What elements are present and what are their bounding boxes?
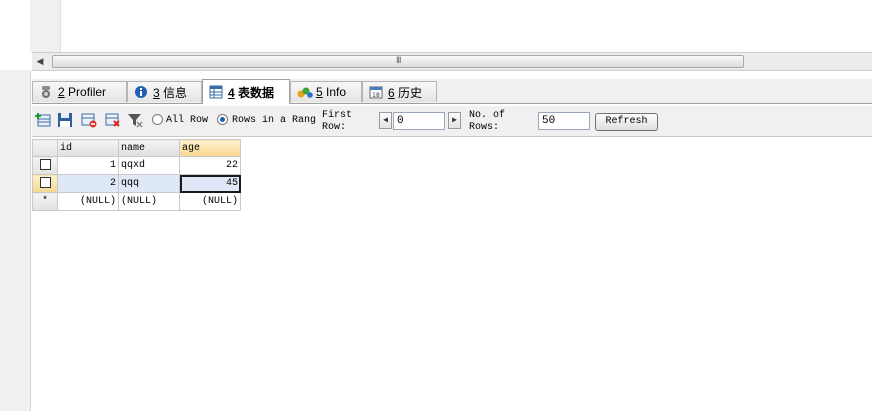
horizontal-scrollbar[interactable]: ◀ III <box>32 52 872 71</box>
scrollbar-grip: III <box>396 55 401 65</box>
table-data-icon <box>209 85 223 99</box>
new-row: * (NULL) (NULL) (NULL) <box>32 192 241 211</box>
results-grid: id name age 1 qqxd 22 2 qqq 45 * (NULL) … <box>32 139 241 211</box>
corner-header[interactable] <box>32 139 58 157</box>
tab-number: 2 <box>58 85 65 99</box>
rows-in-range-label: Rows in a Rang <box>232 115 317 126</box>
tab-number: 5 <box>316 85 323 99</box>
cell-age-null[interactable]: (NULL) <box>179 192 241 211</box>
grid-header-row: id name age <box>32 139 241 157</box>
row-header[interactable] <box>32 174 58 193</box>
tab-info[interactable]: 5 Info <box>290 81 362 102</box>
all-rows-radio[interactable] <box>152 114 163 125</box>
column-header-age[interactable]: age <box>179 139 241 157</box>
scrollbar-thumb[interactable]: III <box>52 55 744 68</box>
rows-in-range-radio[interactable] <box>217 114 228 125</box>
row-header[interactable] <box>32 156 58 175</box>
editor-gutter <box>30 0 61 52</box>
tab-label: Info <box>326 85 347 99</box>
cell-id[interactable]: 1 <box>57 156 119 175</box>
refresh-button[interactable]: Refresh <box>595 113 658 131</box>
first-row-next-button[interactable]: ▶ <box>448 112 461 129</box>
cell-id-null[interactable]: (NULL) <box>57 192 119 211</box>
tab-messages[interactable]: 3 信息 <box>127 81 202 102</box>
table-row: 1 qqxd 22 <box>32 156 241 175</box>
column-header-id[interactable]: id <box>57 139 119 157</box>
tab-history[interactable]: 18 6 历史 <box>362 81 437 102</box>
all-rows-label: All Row <box>166 115 209 126</box>
cell-age[interactable]: 22 <box>179 156 241 175</box>
tab-profiler[interactable]: 2 Profiler <box>32 81 127 102</box>
num-rows-input[interactable]: 50 <box>538 112 590 130</box>
scroll-left-icon[interactable]: ◀ <box>34 55 46 67</box>
first-row-prev-button[interactable]: ◀ <box>379 112 392 129</box>
result-tabs: 2 Profiler 3 信息 4 表数据 5 Info 18 6 历史 <box>32 79 872 104</box>
column-header-name[interactable]: name <box>118 139 180 157</box>
filter-icon[interactable] <box>127 112 143 128</box>
tab-table-data[interactable]: 4 表数据 <box>202 79 290 104</box>
delete-row-icon[interactable] <box>81 112 97 128</box>
tab-label: Profiler <box>68 85 107 99</box>
svg-text:18: 18 <box>372 92 380 99</box>
tab-number: 4 <box>228 85 235 100</box>
tab-label: 信息 <box>163 85 188 100</box>
info-icon <box>134 85 148 99</box>
first-row-label-line2: Row: <box>322 122 347 133</box>
row-checkbox[interactable] <box>39 159 51 171</box>
calendar-history-icon: 18 <box>369 85 383 99</box>
tab-number: 3 <box>153 85 160 100</box>
data-toolbar: All Row Rows in a Rang First Row: ◀ 0 ▶ … <box>32 106 872 137</box>
table-row: 2 qqq 45 <box>32 174 241 193</box>
cell-name[interactable]: qqxd <box>118 156 180 175</box>
new-row-marker[interactable]: * <box>32 192 58 211</box>
cell-id[interactable]: 2 <box>57 174 119 193</box>
cell-name[interactable]: qqq <box>118 174 180 193</box>
tab-label: 历史 <box>398 85 423 100</box>
tab-label: 表数据 <box>238 85 275 100</box>
first-row-input[interactable]: 0 <box>393 112 445 130</box>
row-checkbox[interactable] <box>39 177 51 189</box>
num-rows-label-line2: Rows: <box>469 122 500 133</box>
chart-info-icon <box>297 85 313 99</box>
profiler-icon <box>39 85 53 99</box>
save-icon[interactable] <box>57 112 73 128</box>
first-row-label-line1: First <box>322 110 353 121</box>
cancel-changes-icon[interactable] <box>105 112 121 128</box>
cell-name-null[interactable]: (NULL) <box>118 192 180 211</box>
insert-row-icon[interactable] <box>35 112 51 128</box>
cell-age[interactable]: 45 <box>179 174 241 193</box>
num-rows-label-line1: No. of <box>469 110 506 121</box>
tab-number: 6 <box>388 85 395 100</box>
